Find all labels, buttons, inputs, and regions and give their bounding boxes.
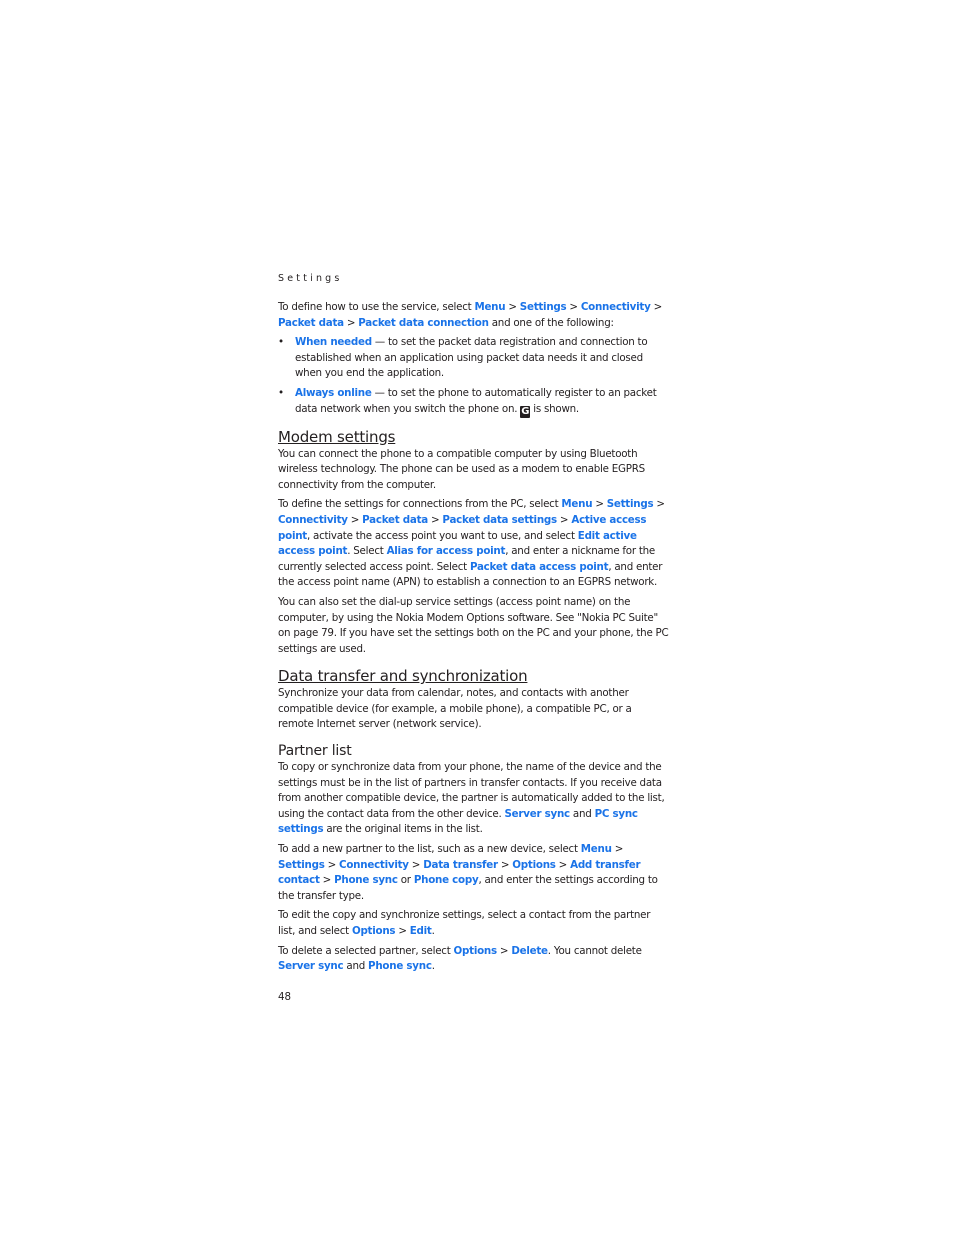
sep: > [505, 301, 520, 313]
menu-path-settings: Settings [519, 301, 567, 313]
text: To define how to use the service, select [278, 301, 475, 313]
menu-path-phone-sync: Phone sync [334, 874, 398, 887]
menu-path-alias: Alias for access point [386, 545, 506, 558]
sep: > [496, 944, 512, 957]
menu-path-packet-data: Packet data [278, 316, 344, 329]
menu-path-settings: Settings [278, 858, 325, 871]
sep: > [650, 301, 663, 313]
menu-path-options: Options [351, 925, 396, 937]
menu-path-settings: Settings [606, 498, 654, 511]
sep: > [555, 858, 571, 871]
text: . [431, 960, 435, 973]
partner-paragraph-3: To edit the copy and synchronize setting… [278, 908, 670, 939]
modem-paragraph-2: To define the settings for connections f… [278, 497, 670, 591]
menu-path-packet-data-settings: Packet data settings [442, 513, 557, 526]
text: and [343, 960, 369, 973]
option-when-needed: When needed [295, 336, 372, 349]
sep: > [347, 513, 363, 526]
text: To delete a selected partner, select [278, 944, 454, 957]
partner-paragraph-2: To add a new partner to the list, such a… [278, 842, 670, 904]
text: . You cannot delete [547, 944, 642, 957]
manual-page: Settings To define how to use the servic… [278, 272, 670, 1003]
menu-path-options: Options [453, 944, 498, 957]
text: To define the settings for connections f… [278, 498, 562, 511]
sep: > [611, 843, 624, 856]
menu-path-server-sync: Server sync [278, 960, 344, 973]
partner-paragraph-4: To delete a selected partner, select Opt… [278, 944, 670, 975]
section-heading-sync: Data transfer and synchronization [278, 667, 528, 686]
menu-path-menu: Menu [561, 498, 593, 511]
menu-path-server-sync: Server sync [504, 807, 571, 820]
sep: > [319, 874, 335, 887]
menu-path-edit: Edit [409, 925, 432, 937]
options-list: When needed — to set the packet data reg… [278, 335, 670, 418]
sep: > [343, 316, 359, 329]
sep: > [427, 513, 443, 526]
sep: > [324, 858, 340, 871]
gprs-g-icon: G [520, 405, 531, 418]
text: To edit the copy and synchronize setting… [278, 909, 651, 937]
sep: > [566, 301, 581, 313]
modem-paragraph-3: You can also set the dial-up service set… [278, 595, 669, 655]
text: are the original items in the list. [323, 823, 483, 836]
sep: > [653, 498, 665, 511]
text: , activate the access point you want to … [306, 529, 578, 542]
menu-path-packet-data: Packet data [362, 513, 428, 526]
text: or [397, 874, 414, 887]
text: . [431, 925, 435, 937]
menu-path-packet-data-access-point: Packet data access point [469, 560, 609, 573]
running-head: Settings [278, 273, 343, 284]
menu-path-phone-copy: Phone copy [413, 874, 479, 887]
menu-path-connectivity: Connectivity [580, 301, 651, 313]
menu-path-phone-sync: Phone sync [368, 960, 432, 973]
sep: > [408, 858, 424, 871]
page-number: 48 [278, 990, 292, 1003]
intro-paragraph: To define how to use the service, select… [278, 300, 670, 331]
section-heading-modem: Modem settings [278, 427, 396, 446]
text: is shown. [530, 402, 579, 415]
menu-path-connectivity: Connectivity [278, 513, 348, 526]
text: . Select [347, 545, 387, 558]
list-item: When needed — to set the packet data reg… [278, 335, 670, 382]
menu-path-menu: Menu [580, 843, 612, 856]
text: To add a new partner to the list, such a… [278, 843, 581, 856]
subheading-partner-list: Partner list [278, 743, 352, 760]
option-always-online: Always online [295, 386, 372, 399]
menu-path-menu: Menu [474, 301, 506, 313]
sep: > [395, 925, 410, 937]
partner-paragraph-1: To copy or synchronize data from your ph… [278, 760, 670, 838]
text: and one of the following: [488, 316, 614, 329]
menu-path-options: Options [512, 858, 556, 871]
sep: > [556, 513, 572, 526]
menu-path-packet-data-connection: Packet data connection [358, 316, 489, 329]
menu-path-delete: Delete [511, 944, 548, 957]
modem-paragraph-1: You can connect the phone to a compatibl… [278, 447, 645, 491]
sep: > [497, 858, 513, 871]
text: and [569, 807, 595, 820]
menu-path-data-transfer: Data transfer [423, 858, 498, 871]
sync-paragraph-1: Synchronize your data from calendar, not… [278, 687, 632, 731]
list-item: Always online — to set the phone to auto… [278, 386, 670, 418]
menu-path-connectivity: Connectivity [339, 858, 409, 871]
sep: > [592, 498, 607, 511]
